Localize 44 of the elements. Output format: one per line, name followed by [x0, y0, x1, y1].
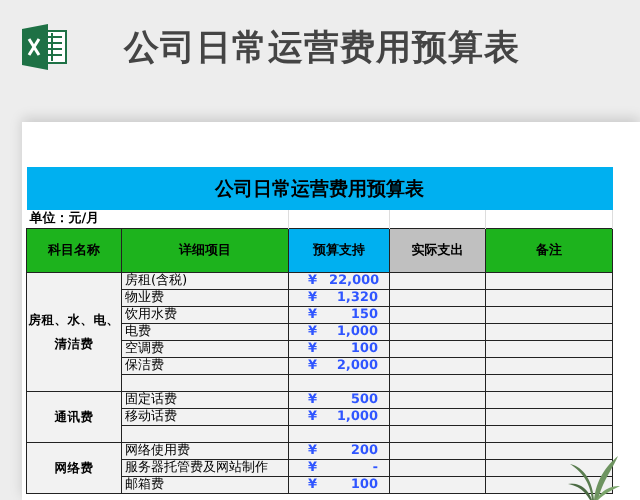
currency-symbol: ¥ — [307, 358, 318, 374]
currency-symbol: ¥ — [307, 392, 318, 408]
amount-value: 100 — [350, 341, 379, 357]
column-header: 预算支持 — [288, 228, 390, 272]
item-cell: 房租(含税) — [122, 272, 288, 290]
currency-symbol: ¥ — [307, 409, 318, 425]
item-cell: 空调费 — [122, 340, 288, 358]
currency-symbol: ¥ — [307, 307, 318, 323]
spreadsheet-logo-icon — [20, 23, 68, 71]
amount-value: 1,000 — [336, 409, 379, 425]
item-cell: 饮用水费 — [122, 306, 288, 324]
category-cell: 网络费 — [26, 442, 122, 494]
page-title: 公司日常运营费用预算表 — [124, 26, 520, 70]
amount-value: 2,000 — [336, 358, 379, 374]
item-cell: 移动话费 — [122, 408, 288, 426]
currency-symbol: ¥ — [307, 443, 318, 459]
amount-value: 150 — [350, 307, 379, 323]
amount-value: 500 — [350, 392, 379, 408]
currency-symbol: ¥ — [307, 460, 318, 476]
column-header: 实际支出 — [390, 228, 486, 272]
item-cell: 服务器托管费及网站制作 — [122, 460, 288, 476]
currency-symbol: ¥ — [307, 324, 318, 340]
item-cell: 电费 — [122, 324, 288, 340]
currency-symbol: ¥ — [307, 341, 318, 357]
amount-value: 200 — [350, 443, 379, 459]
column-header: 详细项目 — [122, 228, 288, 272]
currency-symbol: ¥ — [307, 477, 318, 493]
amount-value: 22,000 — [328, 273, 380, 289]
item-cell: 物业费 — [122, 290, 288, 306]
amount-value: 1,320 — [336, 290, 379, 306]
amount-value: - — [372, 460, 379, 476]
amount-value: 1,000 — [336, 324, 379, 340]
sheet-title: 公司日常运营费用预算表 — [26, 167, 612, 210]
column-header: 科目名称 — [26, 228, 122, 272]
item-cell: 保洁费 — [122, 358, 288, 374]
amount-value: 100 — [350, 477, 379, 493]
item-cell: 网络使用费 — [122, 442, 288, 460]
item-cell: 固定话费 — [122, 392, 288, 408]
category-cell: 房租、水、电、清洁费 — [26, 272, 122, 392]
currency-symbol: ¥ — [307, 273, 318, 289]
column-header: 备注 — [486, 228, 612, 272]
category-cell: 通讯费 — [26, 392, 122, 442]
item-cell: 邮箱费 — [122, 476, 288, 494]
currency-symbol: ¥ — [307, 290, 318, 306]
